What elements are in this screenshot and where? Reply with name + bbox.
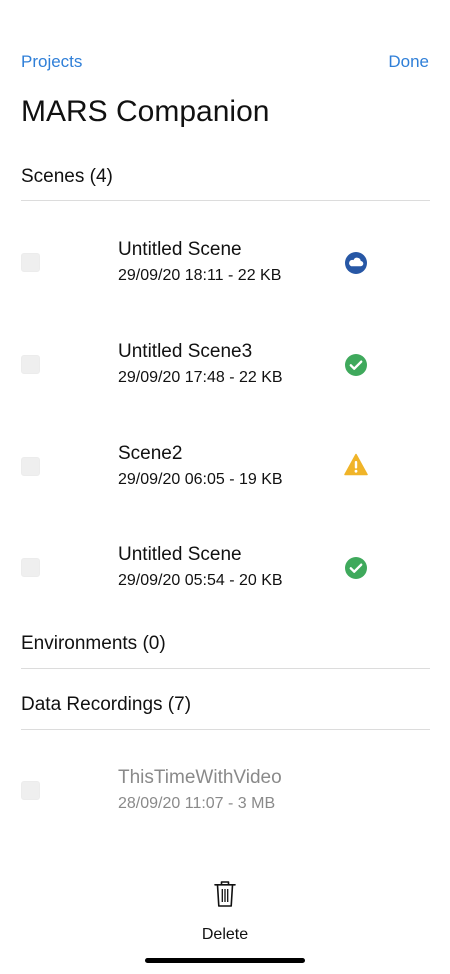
delete-label: Delete <box>201 926 249 943</box>
page-title: MARS Companion <box>21 95 270 128</box>
home-indicator[interactable] <box>145 958 305 963</box>
divider <box>21 729 430 730</box>
scene-name: Untitled Scene <box>118 544 242 565</box>
scene-row[interactable]: Untitled Scene3 29/09/20 17:48 - 22 KB <box>0 319 450 409</box>
check-icon <box>345 354 367 376</box>
scene-row[interactable]: Untitled Scene 29/09/20 05:54 - 20 KB <box>0 522 450 612</box>
row-checkbox[interactable] <box>21 781 40 800</box>
projects-back-button[interactable]: Projects <box>21 52 82 72</box>
section-header-environments: Environments (0) <box>21 633 166 654</box>
row-checkbox[interactable] <box>21 355 40 374</box>
scene-row[interactable]: Untitled Scene 29/09/20 18:11 - 22 KB <box>0 217 450 307</box>
scene-meta: 29/09/20 18:11 - 22 KB <box>118 267 282 284</box>
cloud-icon <box>345 252 367 274</box>
trash-icon <box>214 881 236 907</box>
done-button[interactable]: Done <box>388 52 429 72</box>
scene-name: Untitled Scene <box>118 239 242 260</box>
scene-meta: 29/09/20 05:54 - 20 KB <box>118 572 283 589</box>
scene-row[interactable]: Scene2 29/09/20 06:05 - 19 KB <box>0 421 450 511</box>
delete-button[interactable]: Delete <box>185 880 265 950</box>
check-icon <box>345 557 367 579</box>
row-checkbox[interactable] <box>21 253 40 272</box>
row-checkbox[interactable] <box>21 457 40 476</box>
warning-icon <box>344 453 368 476</box>
section-header-scenes: Scenes (4) <box>21 166 113 187</box>
scene-meta: 29/09/20 17:48 - 22 KB <box>118 369 283 386</box>
scene-meta: 29/09/20 06:05 - 19 KB <box>118 471 283 488</box>
row-checkbox[interactable] <box>21 558 40 577</box>
recording-name: ThisTimeWithVideo <box>118 767 282 788</box>
scene-name: Scene2 <box>118 443 183 464</box>
scene-name: Untitled Scene3 <box>118 341 253 362</box>
section-header-data-recordings: Data Recordings (7) <box>21 694 192 715</box>
recording-meta: 28/09/20 11:07 - 3 MB <box>118 795 276 812</box>
divider <box>21 200 430 201</box>
recording-row[interactable]: ThisTimeWithVideo 28/09/20 11:07 - 3 MB <box>0 745 450 835</box>
divider <box>21 668 430 669</box>
